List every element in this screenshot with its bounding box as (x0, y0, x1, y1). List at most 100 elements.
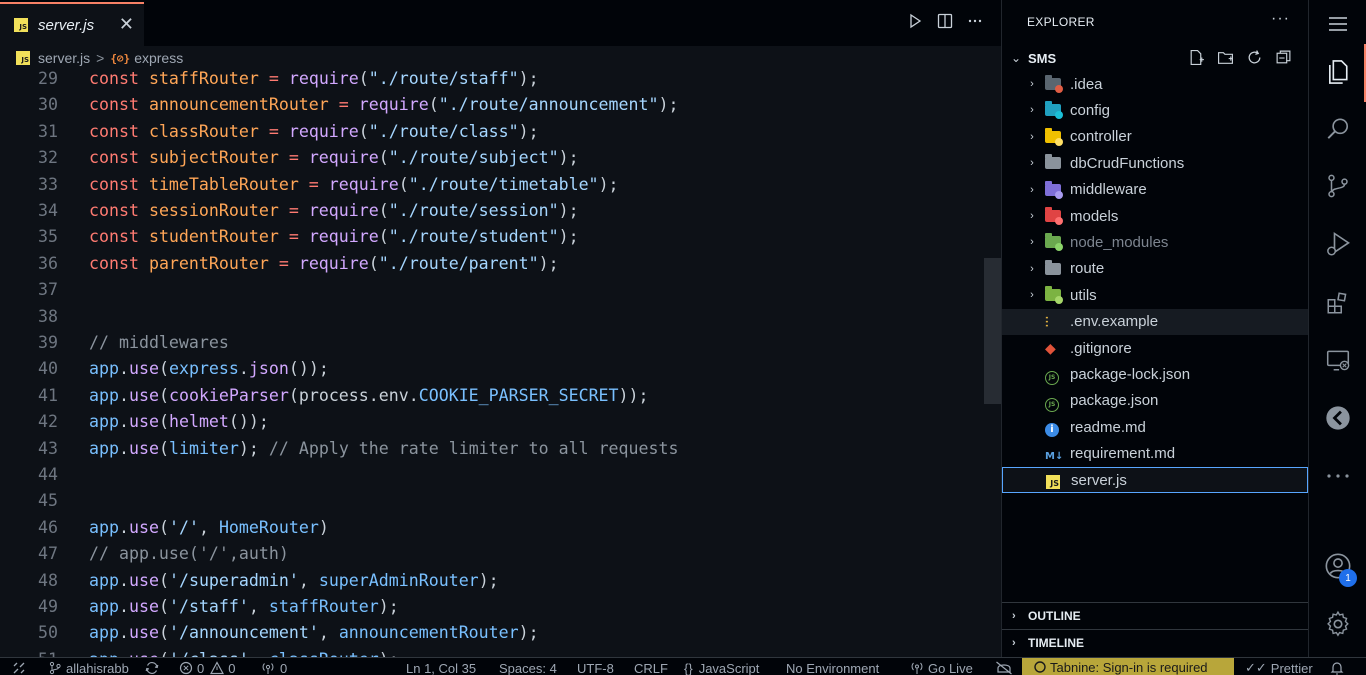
code-token: ( (398, 174, 409, 194)
tree-folder[interactable]: › controller (1002, 124, 1308, 150)
source-control-icon[interactable] (1323, 171, 1353, 201)
notifications-icon[interactable] (1330, 659, 1348, 675)
tree-item-label: requirement.md (1070, 445, 1176, 463)
code-token: ); (478, 570, 499, 590)
code-token: = (278, 148, 309, 168)
problems-status[interactable]: 0 0 (179, 659, 235, 675)
tree-folder[interactable]: › node_modules (1002, 229, 1308, 255)
extensions-icon[interactable] (1323, 288, 1353, 318)
line-number: 38 (38, 306, 58, 326)
tree-folder[interactable]: › utils (1002, 282, 1308, 308)
copilot-off-icon[interactable] (995, 659, 1017, 675)
tree-file[interactable]: JS package.json (1002, 388, 1308, 414)
code-editor[interactable]: 29 const staffRouter = require("./route/s… (0, 66, 984, 657)
collapse-all-icon[interactable] (1275, 49, 1292, 71)
more-actions-icon[interactable] (967, 13, 983, 29)
menu-icon[interactable] (1323, 9, 1353, 39)
tab-server-js[interactable]: JS server.js ✕ (0, 2, 144, 46)
line-number: 33 (38, 174, 58, 194)
line-number: 47 (38, 544, 58, 564)
code-token: . (118, 359, 129, 379)
tree-file[interactable]: ◆ .gitignore (1002, 335, 1308, 361)
code-token: '/staff' (168, 597, 249, 616)
search-icon[interactable] (1323, 114, 1353, 144)
run-debug-icon[interactable] (1323, 229, 1353, 259)
tree-file[interactable]: M↓ requirement.md (1002, 441, 1308, 467)
explorer-more-icon[interactable]: ··· (1271, 10, 1290, 28)
line-source: app.use(helmet()); (89, 409, 269, 435)
code-token: ); (518, 623, 539, 643)
cursor-position[interactable]: Ln 1, Col 35 (406, 659, 476, 675)
tree-folder[interactable]: › config (1002, 97, 1308, 123)
breadcrumb-symbol[interactable]: express (134, 50, 183, 66)
code-token: , (318, 623, 339, 643)
tree-folder[interactable]: › models (1002, 203, 1308, 229)
tab-bar: JS server.js ✕ (0, 0, 1001, 46)
explorer-icon[interactable] (1323, 57, 1353, 87)
refresh-icon[interactable] (1246, 49, 1263, 71)
encoding[interactable]: UTF-8 (577, 659, 614, 675)
code-token: = (258, 121, 289, 141)
tree-item-label: server.js (1071, 471, 1127, 489)
code-token: HomeRouter (218, 517, 319, 537)
chevron-right-icon: › (1030, 157, 1034, 170)
code-token: . (118, 517, 129, 537)
remote-explorer-icon[interactable] (1323, 345, 1353, 375)
code-token: = (258, 69, 289, 88)
code-token: require (308, 201, 379, 220)
gear-icon[interactable] (1323, 609, 1353, 639)
line-source: app.use(cookieParser(process.env.COOKIE_… (89, 383, 649, 409)
environment[interactable]: No Environment (786, 659, 879, 675)
new-folder-icon[interactable] (1217, 49, 1234, 71)
sync-icon[interactable] (144, 659, 164, 675)
tabnine-icon[interactable] (1323, 403, 1353, 433)
tree-file[interactable]: JS server.js (1002, 467, 1308, 493)
go-live-label: Go Live (928, 660, 973, 675)
tree-file[interactable]: JS package-lock.json (1002, 361, 1308, 387)
tree-item-label: package-lock.json (1070, 365, 1191, 383)
more-views-icon[interactable] (1323, 461, 1353, 491)
error-icon (179, 661, 193, 675)
split-editor-icon[interactable] (937, 13, 953, 29)
close-icon[interactable]: ✕ (119, 15, 134, 33)
tree-file[interactable]: i readme.md (1002, 414, 1308, 440)
editor-scrollbar-thumb[interactable] (984, 258, 1001, 404)
timeline-section[interactable]: › TIMELINE (1002, 629, 1309, 655)
tree-item-label: config (1070, 101, 1111, 119)
breadcrumb-file[interactable]: server.js (38, 50, 90, 66)
tabnine-status[interactable]: Tabnine: Sign-in is required (1022, 658, 1234, 675)
outline-section[interactable]: › OUTLINE (1002, 602, 1309, 628)
explorer-actions (1188, 49, 1292, 71)
code-token: json (248, 359, 289, 379)
chevron-right-icon: › (1030, 262, 1034, 275)
code-token: require (288, 69, 359, 88)
language-mode[interactable]: {} JavaScript (684, 659, 759, 675)
indentation[interactable]: Spaces: 4 (499, 659, 557, 675)
run-icon[interactable] (907, 13, 923, 29)
code-token: . (118, 385, 129, 405)
code-token: app (89, 650, 119, 657)
line-number: 40 (38, 359, 58, 379)
remote-indicator[interactable] (12, 659, 30, 675)
code-token: subjectRouter (148, 148, 279, 168)
tree-folder[interactable]: › middleware (1002, 177, 1308, 203)
branch-status[interactable]: allahisrabb (48, 659, 129, 675)
code-token: staffRouter (148, 69, 259, 88)
ports-status[interactable]: 0 (260, 659, 287, 675)
chevron-right-icon: › (1012, 609, 1016, 622)
go-live[interactable]: Go Live (910, 659, 973, 675)
prettier-status[interactable]: ✓✓ Prettier (1245, 659, 1313, 675)
broadcast-icon (262, 663, 274, 674)
tab-label: server.js (38, 16, 95, 34)
new-file-icon[interactable] (1188, 49, 1205, 71)
code-token: app (89, 385, 119, 405)
code-token: use (128, 597, 159, 616)
tree-folder[interactable]: › route (1002, 256, 1308, 282)
chevron-right-icon: › (1030, 236, 1034, 249)
line-ending[interactable]: CRLF (634, 659, 668, 675)
code-token: "./route/subject" (388, 148, 559, 168)
tree-folder[interactable]: › .idea (1002, 71, 1308, 97)
tree-folder[interactable]: › dbCrudFunctions (1002, 150, 1308, 176)
models-folder-icon (1045, 207, 1063, 225)
tree-file[interactable]: ⫶ .env.example (1002, 308, 1308, 335)
